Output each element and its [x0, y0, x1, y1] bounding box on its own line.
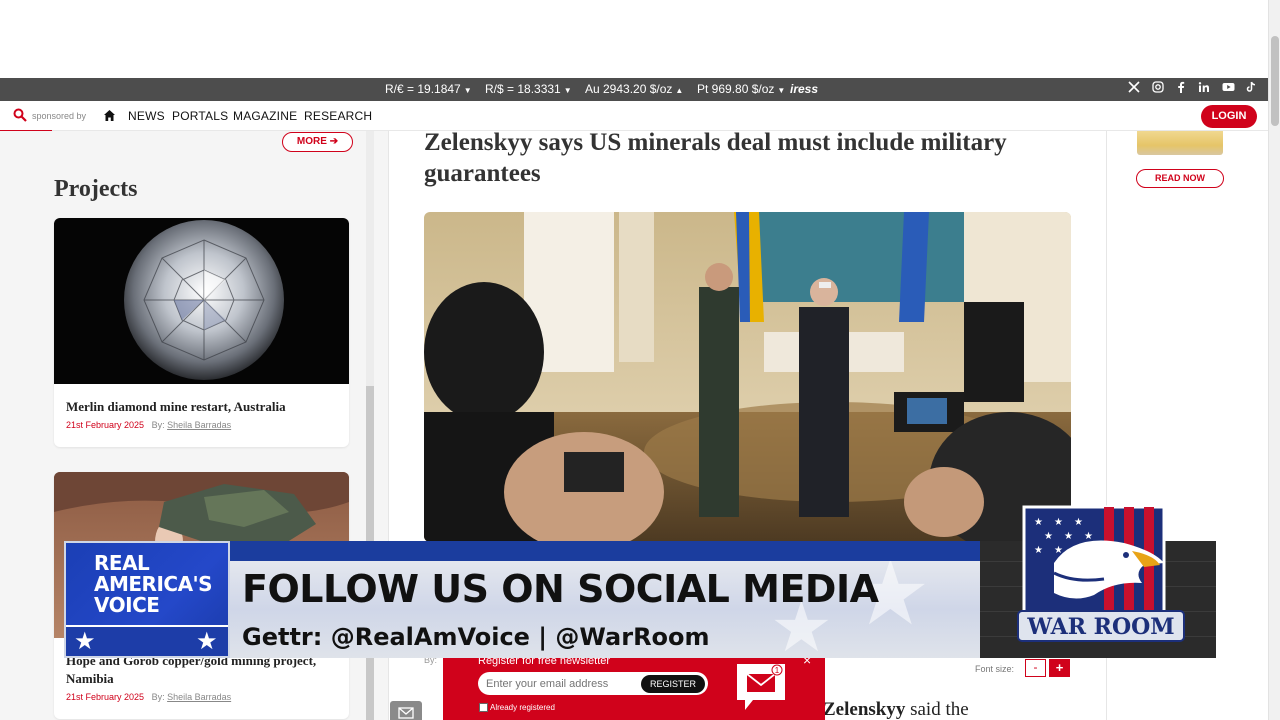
mail-badge: 1 — [775, 666, 780, 675]
login-button[interactable]: LOGIN — [1201, 105, 1257, 128]
x-icon[interactable] — [1126, 81, 1142, 97]
instagram-icon[interactable] — [1150, 81, 1166, 97]
card-author[interactable]: Sheila Barradas — [167, 420, 231, 430]
star-icon: ★ — [74, 628, 96, 655]
card-date: 21st February 2025 — [66, 692, 145, 702]
article-headline: Zelenskyy says US minerals deal must inc… — [424, 129, 1007, 187]
caret-down-icon: ▼ — [463, 86, 472, 95]
more-button[interactable]: MORE ➔ — [282, 132, 353, 152]
rav-text: REAL AMERICA'S VOICE — [94, 551, 213, 617]
newsletter-popup: Register for free newsletter REGISTER Al… — [443, 652, 825, 720]
svg-text:★: ★ — [1034, 545, 1043, 556]
body-bold: Zelenskyy — [823, 699, 906, 720]
ticker-rand-euro[interactable]: R/€ = 19.1847 ▼ — [385, 82, 472, 96]
card-date: 21st February 2025 — [66, 420, 145, 430]
card-title[interactable]: Merlin diamond mine restart, Australia — [54, 384, 349, 416]
project-card[interactable]: Merlin diamond mine restart, Australia 2… — [54, 218, 349, 447]
ticker-label: Au 2943.20 $/oz — [585, 82, 673, 96]
ticker-label: R/$ = 18.3331 — [485, 82, 561, 96]
card-by: By: — [151, 420, 165, 430]
body-rest: said the — [905, 699, 969, 720]
card-meta: 21st February 2025 By: Sheila Barradas — [54, 416, 349, 430]
card-meta: 21st February 2025 By: Sheila Barradas — [54, 688, 349, 702]
broadcast-banner: REAL AMERICA'S VOICE ★ ★ ★ ★ FOLLOW US O… — [64, 505, 1216, 659]
svg-text:★: ★ — [1084, 531, 1093, 542]
scrollbar-thumb[interactable] — [1271, 36, 1279, 126]
card-by: By: — [151, 692, 165, 702]
caret-down-icon: ▼ — [777, 86, 786, 95]
more-label: MORE — [296, 136, 327, 147]
font-size-label: Font size: — [975, 664, 1015, 674]
already-registered-checkbox[interactable] — [479, 703, 488, 712]
sponsored-label: sponsored by — [32, 111, 87, 121]
nav-news[interactable]: NEWS — [128, 109, 165, 123]
banner-handles: Gettr: @RealAmVoice | @WarRoom — [242, 623, 710, 651]
svg-text:★: ★ — [1064, 531, 1073, 542]
card-author[interactable]: Sheila Barradas — [167, 692, 231, 702]
currency-ticker: R/€ = 19.1847 ▼ R/$ = 18.3331 ▼ Au 2943.20… — [0, 78, 1268, 101]
rav-line: AMERICA'S — [94, 572, 213, 596]
rav-line: REAL — [94, 551, 150, 575]
banner-headline: FOLLOW US ON SOCIAL MEDIA — [242, 567, 879, 611]
article-body: Zelenskyy said the — [823, 699, 969, 720]
nav-magazine[interactable]: MAGAZINE — [233, 109, 297, 123]
nav-portals[interactable]: PORTALS — [172, 109, 228, 123]
banner-main: ★ ★ FOLLOW US ON SOCIAL MEDIA Gettr: @Re… — [230, 561, 980, 658]
caret-up-icon: ▲ — [675, 86, 684, 95]
ticker-gold[interactable]: Au 2943.20 $/oz ▲ — [585, 82, 683, 96]
already-registered-label: Already registered — [490, 703, 555, 712]
ticker-label: R/€ = 19.1847 — [385, 82, 461, 96]
tiktok-icon[interactable] — [1243, 81, 1259, 97]
ad-image[interactable] — [1137, 131, 1223, 155]
email-share-icon[interactable] — [390, 701, 422, 720]
svg-text:★: ★ — [1034, 517, 1043, 528]
home-icon[interactable] — [103, 109, 116, 122]
facebook-icon[interactable] — [1173, 81, 1189, 97]
youtube-icon[interactable] — [1220, 81, 1236, 97]
nav-research[interactable]: RESEARCH — [304, 109, 372, 123]
page-scrollbar[interactable] — [1268, 0, 1280, 720]
war-room-text: WAR ROOM — [1026, 614, 1174, 640]
linkedin-icon[interactable] — [1196, 81, 1212, 97]
svg-text:★: ★ — [1054, 517, 1063, 528]
font-increase-button[interactable]: + — [1049, 659, 1070, 677]
caret-down-icon: ▼ — [563, 86, 572, 95]
war-room-logo: ★ ★ ★ ★ ★ ★ ★ ★ WAR ROOM — [1014, 503, 1190, 655]
register-button[interactable]: REGISTER — [641, 675, 705, 693]
search-icon[interactable] — [13, 108, 27, 122]
ticker-label: Pt 969.80 $/oz — [697, 82, 775, 96]
article-hero-image — [424, 212, 1071, 542]
rav-line: VOICE — [94, 593, 160, 617]
read-now-button[interactable]: READ NOW — [1136, 169, 1224, 188]
svg-text:★: ★ — [1074, 517, 1083, 528]
iress-logo: iress — [790, 82, 819, 96]
font-decrease-button[interactable]: - — [1025, 659, 1046, 677]
mail-icon: 1 — [733, 660, 789, 712]
arrow-right-icon: ➔ — [329, 136, 339, 147]
diamond-image — [54, 218, 349, 384]
banner-top-stripe — [230, 541, 980, 561]
browser-page: R/€ = 19.1847 ▼ R/$ = 18.3331 ▼ Au 2943.20… — [0, 0, 1280, 720]
ticker-platinum[interactable]: Pt 969.80 $/oz ▼ — [697, 82, 785, 96]
svg-text:★: ★ — [1044, 531, 1053, 542]
star-icon: ★ — [196, 628, 218, 655]
ticker-rand-dollar[interactable]: R/$ = 18.3331 ▼ — [485, 82, 572, 96]
section-title: Projects — [54, 176, 138, 202]
real-americas-voice-logo: REAL AMERICA'S VOICE ★ ★ — [64, 541, 230, 658]
